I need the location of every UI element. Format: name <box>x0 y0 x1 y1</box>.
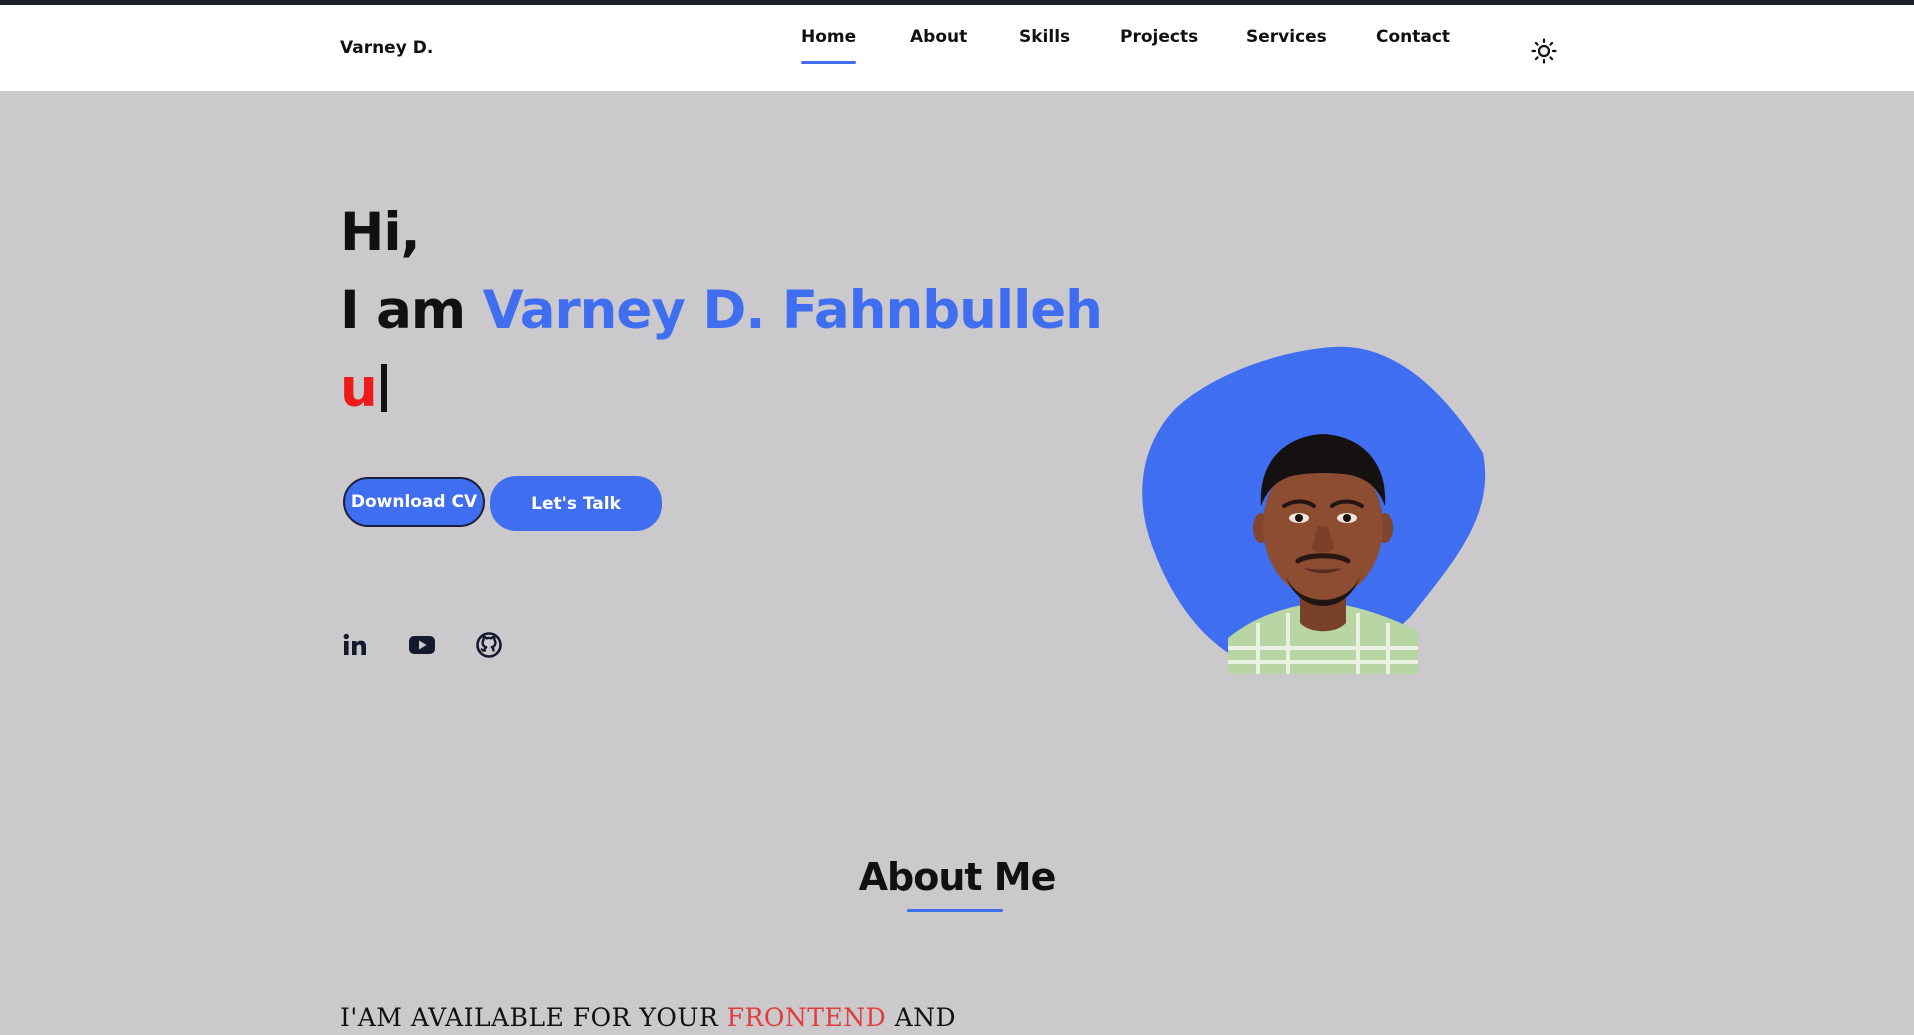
youtube-icon <box>409 636 435 654</box>
hero-name: Varney D. Fahnbulleh <box>482 280 1103 341</box>
typing-caret <box>380 364 387 412</box>
availability-heading: I'AM AVAILABLE FOR YOUR FRONTEND AND <box>340 1003 956 1032</box>
navbar: Varney D. Home About Skills Projects Ser… <box>0 5 1914 91</box>
site-logo[interactable]: Varney D. <box>340 38 433 58</box>
linkedin-link[interactable] <box>340 630 370 660</box>
download-cv-button[interactable]: Download CV <box>343 477 485 527</box>
theme-toggle-button[interactable] <box>1530 37 1558 65</box>
about-title-underline <box>907 909 1003 912</box>
typed-text: u <box>340 358 378 419</box>
availability-highlight: FRONTEND <box>726 1003 887 1032</box>
nav-about[interactable]: About <box>910 27 967 47</box>
nav-home-label: Home <box>801 27 857 47</box>
youtube-link[interactable] <box>407 630 437 660</box>
active-nav-indicator <box>801 61 857 64</box>
sun-icon <box>1531 38 1557 64</box>
nav-projects[interactable]: Projects <box>1120 27 1198 47</box>
availability-prefix: I'AM AVAILABLE FOR YOUR <box>340 1003 719 1032</box>
nav-services[interactable]: Services <box>1246 27 1327 47</box>
nav-home[interactable]: Home <box>801 27 857 64</box>
nav-contact[interactable]: Contact <box>1376 27 1450 47</box>
linkedin-icon <box>343 633 366 655</box>
hero-greeting: Hi, <box>340 202 421 263</box>
profile-photo <box>1228 434 1418 674</box>
github-icon <box>476 632 502 658</box>
github-link[interactable] <box>474 630 504 660</box>
hero-intro: I am Varney D. Fahnbulleh <box>340 280 1103 341</box>
hero-typed-line: u <box>340 358 387 419</box>
about-section-title: About Me <box>858 855 1057 899</box>
availability-suffix: AND <box>894 1003 957 1032</box>
nav-skills[interactable]: Skills <box>1019 27 1070 47</box>
hero-intro-prefix: I am <box>340 280 466 341</box>
lets-talk-button[interactable]: Let's Talk <box>490 476 662 531</box>
